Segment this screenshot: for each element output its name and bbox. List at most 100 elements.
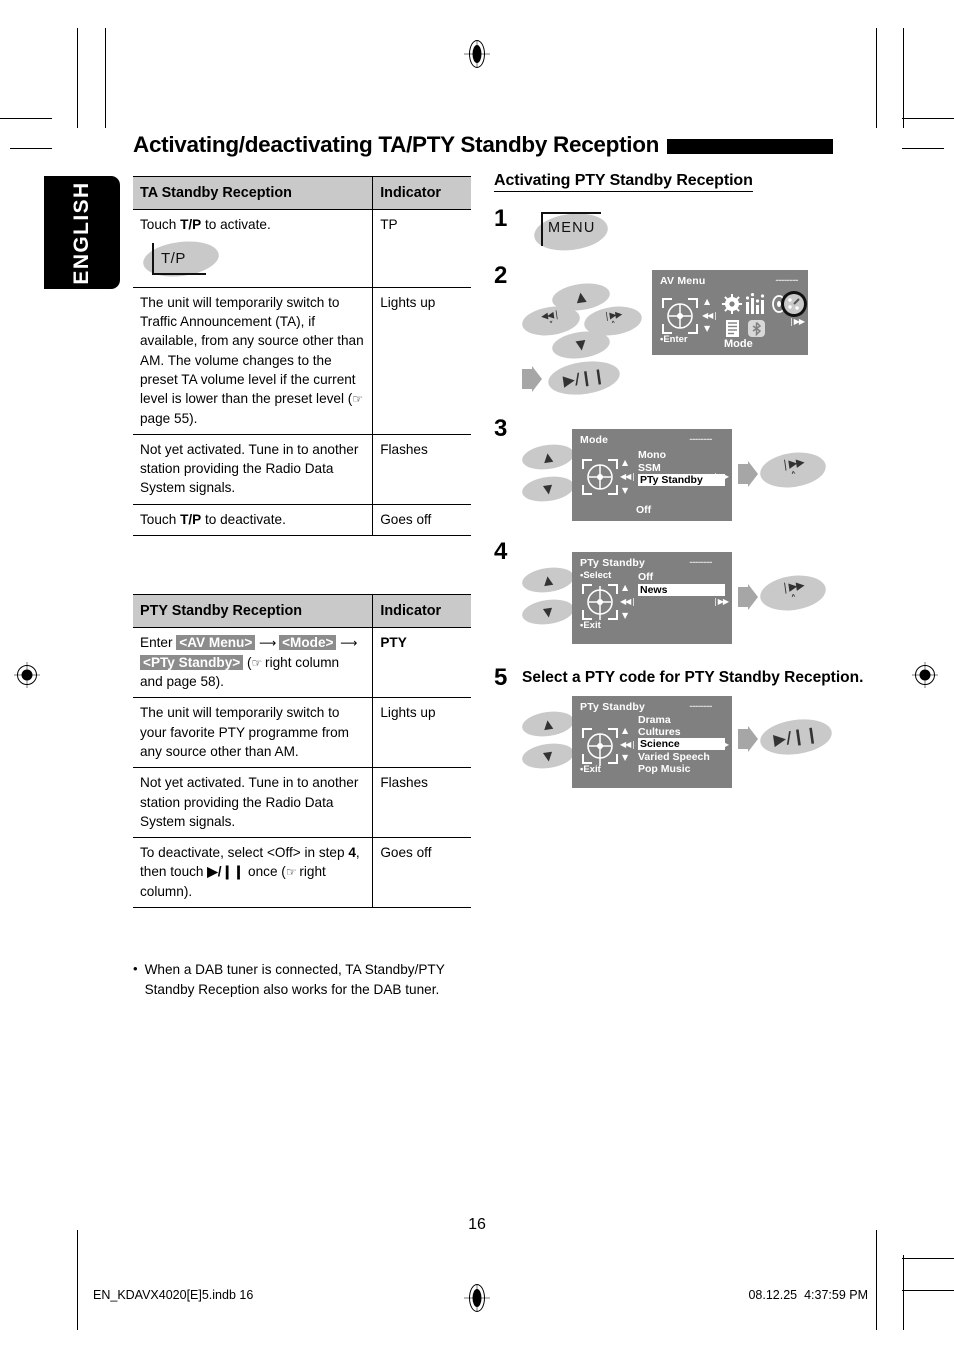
down-button[interactable]: ▼ xyxy=(520,740,576,772)
pty-code-item-science[interactable]: Science xyxy=(638,738,725,750)
down-button[interactable]: ▼ xyxy=(520,473,576,505)
mode-item-off[interactable]: Off xyxy=(636,504,651,516)
flow-arrow-icon xyxy=(738,461,758,492)
ta-row1-desc: Touch T/P to activate. T/P xyxy=(133,209,374,288)
pty-code-item-drama[interactable]: Drama xyxy=(638,714,671,726)
crop-mark xyxy=(902,148,944,149)
crop-mark xyxy=(903,1255,904,1330)
pty-code-title: PTy Standby xyxy=(580,701,646,713)
joystick-icon xyxy=(580,582,620,622)
pty-table-header-desc: PTY Standby Reception xyxy=(133,593,374,629)
step-5-instruction: Select a PTY code for PTY Standby Recept… xyxy=(522,669,864,686)
mode-item-ssm[interactable]: SSM xyxy=(638,462,661,474)
up-arrow-icon: ▲ xyxy=(542,572,554,588)
down-arrow-icon: ▼ xyxy=(542,748,554,764)
step-5-number: 5 xyxy=(494,664,508,691)
table-row: The unit will temporarily switch to your… xyxy=(133,697,471,769)
step-3: 3 ▲ ▼ Mode -------- ▲ ◀◀❘ ▼ Mono SSM PTy… xyxy=(494,415,839,530)
ta-row1-indicator: TP xyxy=(372,209,471,288)
table-row: Not yet activated. Tune in to another st… xyxy=(133,434,471,505)
up-arrow-icon: ▲ xyxy=(575,288,587,306)
up-button[interactable]: ▲ xyxy=(520,564,576,596)
step-1-number: 1 xyxy=(494,205,508,232)
table-row: The unit will temporarily switch to Traf… xyxy=(133,287,471,435)
table-row: Not yet activated. Tune in to another st… xyxy=(133,767,471,839)
play-pause-button[interactable]: ▶/❙❙ xyxy=(757,715,835,759)
up-button[interactable]: ▲ xyxy=(520,441,576,473)
next-track-icon: ❘▶▶ xyxy=(711,597,729,606)
equalizer-icon xyxy=(745,293,768,319)
pty-item-off[interactable]: Off xyxy=(638,571,653,583)
down-triangle-icon: ▼ xyxy=(704,324,711,333)
pty-display-title: PTy Standby xyxy=(580,557,646,569)
next-track-button[interactable]: ❘▶▶ ˄ xyxy=(757,448,829,492)
av-menu-dashes: -------- xyxy=(775,275,798,286)
footnote: • When a DAB tuner is connected, TA Stan… xyxy=(133,960,473,999)
gear-icon xyxy=(722,294,742,319)
mode-item-mono[interactable]: Mono xyxy=(638,449,666,461)
menu-button[interactable]: MENU xyxy=(532,209,610,255)
crop-mark xyxy=(10,148,52,149)
footer-rule-left xyxy=(77,1255,78,1303)
pty-standby-table: PTY Standby Reception Indicator Enter <A… xyxy=(133,593,471,909)
step-4-number: 4 xyxy=(494,538,508,565)
av-menu-display: AV Menu -------- •Enter ▲ ◀◀❘ ▼ ❘▶▶ Mode xyxy=(652,270,808,355)
joystick-icon xyxy=(580,457,620,497)
page-title-row: Activating/deactivating TA/PTY Standby R… xyxy=(133,132,833,158)
play-pause-button[interactable]: ▶/❙❙ xyxy=(546,357,622,399)
right-arrow-icon: ⟶ xyxy=(259,636,276,651)
pty-row1-desc: Enter <AV Menu> ⟶ <Mode> ⟶ <PTy Standby>… xyxy=(133,627,374,699)
down-button[interactable]: ▼ xyxy=(520,596,576,628)
step-3-number: 3 xyxy=(494,415,508,442)
up-button[interactable]: ▲ xyxy=(520,708,576,740)
down-arrow-icon: ▼ xyxy=(575,336,587,354)
up-arrow-icon: ▲ xyxy=(542,716,554,732)
pty-row3-indicator: Flashes xyxy=(372,767,471,839)
down-triangle-icon: ▼ xyxy=(622,753,629,762)
next-track-button[interactable]: ❘▶▶ ˄ xyxy=(757,571,829,615)
down-triangle-icon: ▼ xyxy=(622,611,629,620)
crop-mark xyxy=(902,118,954,119)
procedure-column: Activating PTY Standby Reception xyxy=(494,172,844,192)
pointing-hand-icon: ☞ xyxy=(285,865,297,880)
pty-row4-desc: To deactivate, select <Off> in step 4, t… xyxy=(133,837,374,909)
pty-display-exit-label: •Exit xyxy=(580,620,601,631)
step-4: 4 ▲ ▼ PTy Standby -------- •Select •Exit… xyxy=(494,538,839,653)
pty-code-item-pop-music[interactable]: Pop Music xyxy=(638,763,691,775)
step-5: 5 Select a PTY code for PTY Standby Rece… xyxy=(494,664,863,794)
tp-button[interactable]: T/P xyxy=(141,237,221,281)
bullet-icon: • xyxy=(133,961,138,976)
pty-item-news[interactable]: News xyxy=(638,584,725,596)
pty-display-select-label: •Select xyxy=(580,570,612,581)
table-row: Touch T/P to deactivate. Goes off xyxy=(133,504,471,537)
joystick-icon xyxy=(660,296,700,336)
up-chevron-icon: ˄ xyxy=(610,320,617,331)
pty-code-item-varied-speech[interactable]: Varied Speech xyxy=(638,751,710,763)
down-arrow-icon: ▼ xyxy=(542,481,554,497)
pty-code-exit-label: •Exit xyxy=(580,764,601,775)
registration-mark-bottom xyxy=(464,1284,490,1312)
step-1: 1 MENU xyxy=(494,205,834,255)
language-tab: ENGLISH xyxy=(44,176,120,289)
pty-code-dashes: -------- xyxy=(689,701,712,712)
ta-row1-text: Touch T/P to activate. xyxy=(140,217,271,233)
up-chevron-icon: ˄ xyxy=(790,469,798,484)
crop-mark xyxy=(0,118,52,119)
table-row: To deactivate, select <Off> in step 4, t… xyxy=(133,837,471,909)
menu-button-label: MENU xyxy=(548,220,596,236)
menu-tag-mode: <Mode> xyxy=(279,635,337,651)
play-pause-icon: ▶/❙❙ xyxy=(772,723,820,750)
mode-dial-icon[interactable] xyxy=(780,290,808,323)
registration-mark-top xyxy=(464,40,490,68)
mode-item-pty-standby[interactable]: PTy Standby xyxy=(638,474,725,486)
mode-display-dashes: -------- xyxy=(689,434,712,445)
flow-arrow-icon xyxy=(738,584,758,615)
tp-button-label: T/P xyxy=(161,249,186,267)
av-menu-enter-label: •Enter xyxy=(660,334,688,345)
next-track-icon: ❘▶▶ xyxy=(779,455,805,472)
crop-mark xyxy=(902,1258,954,1259)
pty-code-item-cultures[interactable]: Cultures xyxy=(638,726,681,738)
right-arrow-icon: ⟶ xyxy=(340,636,357,651)
footer-timestamp: 08.12.25 4:37:59 PM xyxy=(748,1288,868,1302)
av-menu-mode-label: Mode xyxy=(724,338,753,350)
